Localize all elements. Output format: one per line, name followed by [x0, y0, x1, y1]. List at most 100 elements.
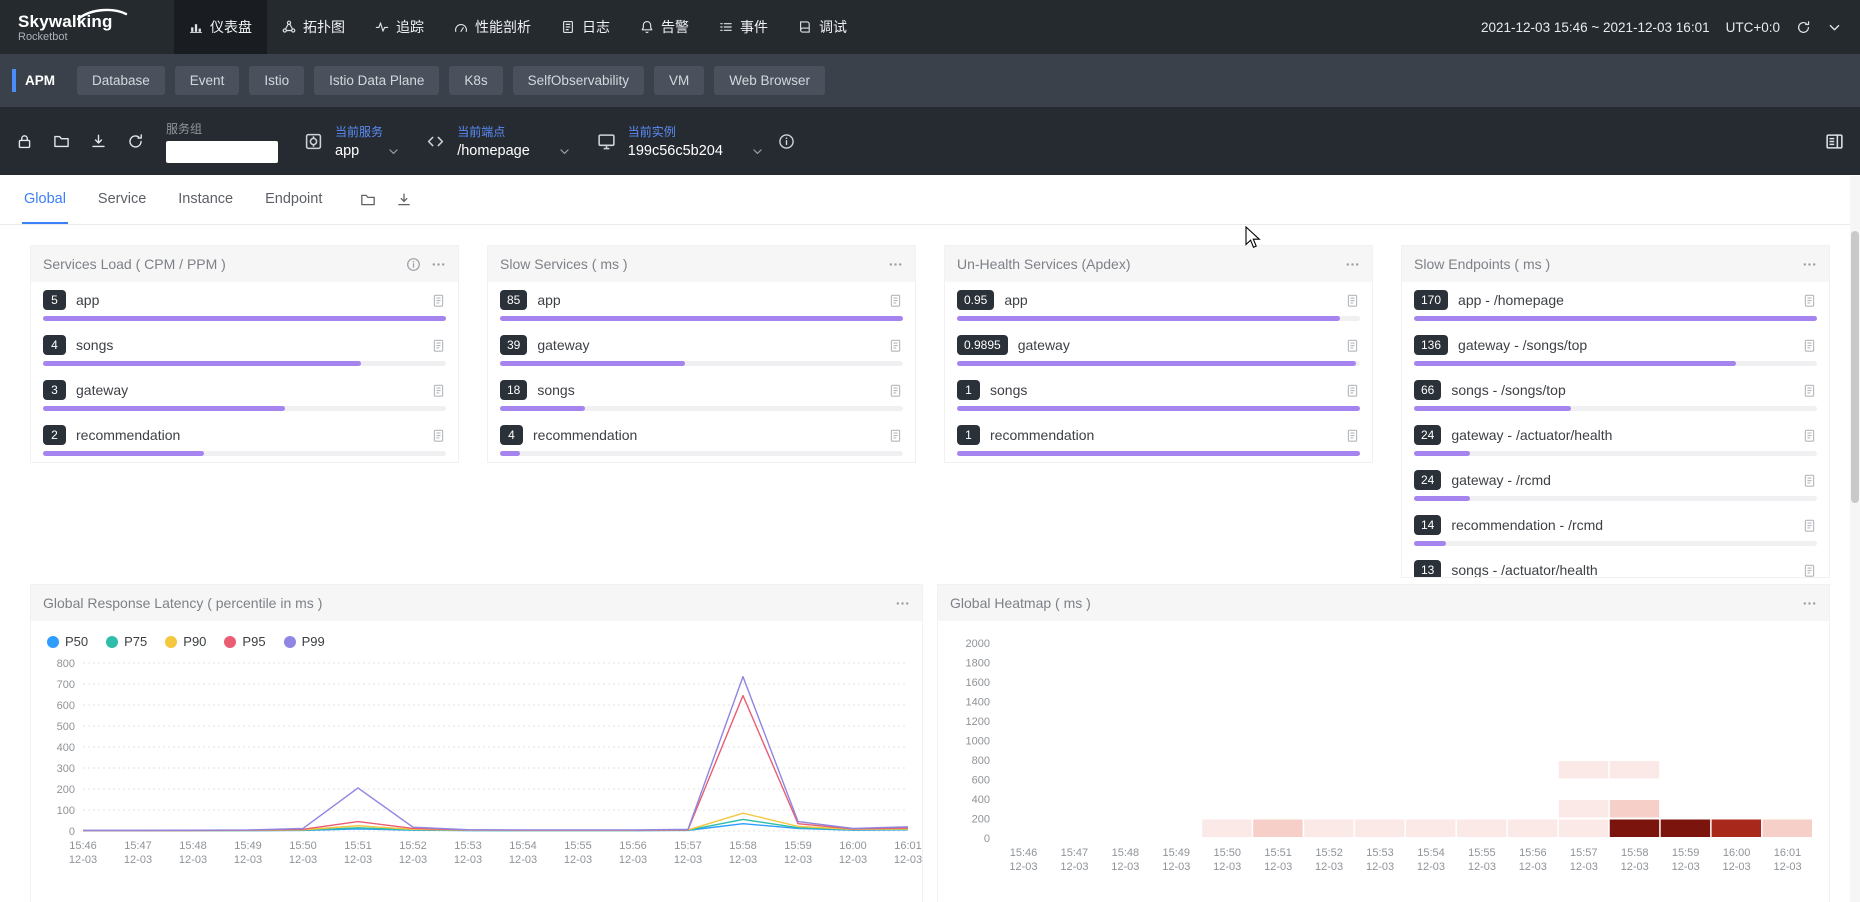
metric-row: 4 recommendation — [488, 417, 915, 462]
more-icon[interactable] — [895, 596, 910, 611]
legend-item[interactable]: P95 — [224, 634, 265, 649]
dashboard-tab[interactable]: Database — [77, 66, 165, 95]
metric-bar — [500, 361, 903, 366]
clipboard-icon[interactable] — [431, 338, 446, 353]
info-icon[interactable] — [406, 257, 421, 272]
download-icon[interactable] — [90, 133, 107, 150]
legend-item[interactable]: P99 — [284, 634, 325, 649]
legend-item[interactable]: P90 — [165, 634, 206, 649]
metric-row: 0.95app — [945, 282, 1372, 327]
chevron-down-icon[interactable] — [1827, 20, 1842, 35]
time-range[interactable]: 2021-12-03 15:46 ~ 2021-12-03 16:01 — [1481, 20, 1710, 35]
nav-item[interactable]: 告警 — [625, 0, 704, 54]
clipboard-icon[interactable] — [1802, 518, 1817, 533]
metric-bar — [43, 361, 446, 366]
entity-selector[interactable]: 当前端点/homepage — [426, 123, 571, 159]
clipboard-icon[interactable] — [888, 383, 903, 398]
timezone-label[interactable]: UTC+0:0 — [1726, 20, 1780, 35]
metric-row: 85app — [488, 282, 915, 327]
metric-label: gateway — [1018, 337, 1335, 353]
entity-selector[interactable]: 当前实例199c56c5b204 — [597, 123, 764, 159]
nav-item-label: 拓扑图 — [303, 17, 345, 37]
nav-item[interactable]: 性能剖析 — [439, 0, 546, 54]
nav-item[interactable]: 日志 — [546, 0, 625, 54]
clipboard-icon[interactable] — [1802, 428, 1817, 443]
chevron-down-icon[interactable] — [387, 145, 400, 158]
metric-value-badge: 24 — [1414, 470, 1441, 490]
metric-bar — [1414, 406, 1817, 411]
clipboard-icon[interactable] — [1345, 293, 1360, 308]
nav-item[interactable]: 追踪 — [360, 0, 439, 54]
svg-text:15:4612-03: 15:4612-03 — [69, 840, 97, 866]
logo-subtitle: Rocketbot — [18, 31, 146, 43]
svg-text:15:5612-03: 15:5612-03 — [1519, 847, 1547, 873]
clipboard-icon[interactable] — [1802, 473, 1817, 488]
panel-toggle-icon[interactable] — [1825, 132, 1844, 151]
nav-item[interactable]: 仪表盘 — [174, 0, 267, 54]
dashboard-tab[interactable]: K8s — [449, 66, 502, 95]
folder-icon[interactable] — [360, 192, 376, 208]
clipboard-icon[interactable] — [888, 428, 903, 443]
more-icon[interactable] — [1345, 257, 1360, 272]
dashboard-tab[interactable]: APM — [12, 69, 67, 92]
more-icon[interactable] — [1802, 596, 1817, 611]
service-group-input[interactable] — [166, 141, 278, 163]
more-icon[interactable] — [1802, 257, 1817, 272]
metric-label: gateway — [76, 382, 421, 398]
refresh-icon[interactable] — [1796, 20, 1811, 35]
log-icon — [561, 20, 575, 34]
scope-tab[interactable]: Endpoint — [263, 175, 324, 224]
clipboard-icon[interactable] — [1802, 338, 1817, 353]
metric-row: 13songs - /actuator/health — [1402, 552, 1829, 578]
dashboard-tab[interactable]: SelfObservability — [513, 66, 644, 95]
lock-icon[interactable] — [16, 133, 33, 150]
nav-item[interactable]: 事件 — [704, 0, 783, 54]
clipboard-icon[interactable] — [1345, 428, 1360, 443]
dashboard-tab[interactable]: Event — [175, 66, 240, 95]
entity-selector[interactable]: 当前服务app — [304, 123, 400, 159]
dashboard-content: Services Load ( CPM / PPM )5app4songs3ga… — [0, 225, 1860, 902]
metric-label: songs - /actuator/health — [1451, 562, 1792, 578]
scrollbar-thumb[interactable] — [1851, 231, 1859, 503]
clipboard-icon[interactable] — [888, 293, 903, 308]
more-icon[interactable] — [431, 257, 446, 272]
svg-text:400: 400 — [972, 794, 990, 806]
card-title: Slow Endpoints ( ms ) — [1414, 256, 1550, 272]
metric-value-badge: 85 — [500, 290, 527, 310]
metric-value-badge: 4 — [500, 425, 523, 445]
download-icon[interactable] — [396, 192, 412, 208]
clipboard-icon[interactable] — [431, 428, 446, 443]
metric-row: 18songs — [488, 372, 915, 417]
clipboard-icon[interactable] — [1802, 563, 1817, 578]
scope-tab[interactable]: Instance — [176, 175, 235, 224]
scope-tab[interactable]: Service — [96, 175, 148, 224]
refresh-icon[interactable] — [127, 133, 144, 150]
legend-item[interactable]: P50 — [47, 634, 88, 649]
legend-item[interactable]: P75 — [106, 634, 147, 649]
clipboard-icon[interactable] — [888, 338, 903, 353]
chevron-down-icon[interactable] — [751, 145, 764, 158]
metric-bar — [500, 406, 903, 411]
dashboard-tab[interactable]: Web Browser — [714, 66, 825, 95]
nav-item[interactable]: 拓扑图 — [267, 0, 360, 54]
clipboard-icon[interactable] — [1802, 383, 1817, 398]
clipboard-icon[interactable] — [1345, 338, 1360, 353]
metric-row: 3gateway — [31, 372, 458, 417]
dashboard-tab[interactable]: Istio Data Plane — [314, 66, 439, 95]
info-icon[interactable] — [778, 133, 795, 150]
clipboard-icon[interactable] — [431, 383, 446, 398]
clipboard-icon[interactable] — [431, 293, 446, 308]
chevron-down-icon[interactable] — [558, 145, 571, 158]
safe-icon — [304, 132, 323, 151]
more-icon[interactable] — [888, 257, 903, 272]
clipboard-icon[interactable] — [1345, 383, 1360, 398]
folder-icon[interactable] — [53, 133, 70, 150]
dashboard-tab[interactable]: VM — [654, 66, 704, 95]
metric-row: 39gateway — [488, 327, 915, 372]
scope-tab[interactable]: Global — [22, 175, 68, 224]
nav-item[interactable]: 调试 — [783, 0, 862, 54]
clipboard-icon[interactable] — [1802, 293, 1817, 308]
metric-label: recommendation — [533, 427, 878, 443]
logo[interactable]: Skywalking Rocketbot — [18, 12, 146, 43]
dashboard-tab[interactable]: Istio — [249, 66, 304, 95]
